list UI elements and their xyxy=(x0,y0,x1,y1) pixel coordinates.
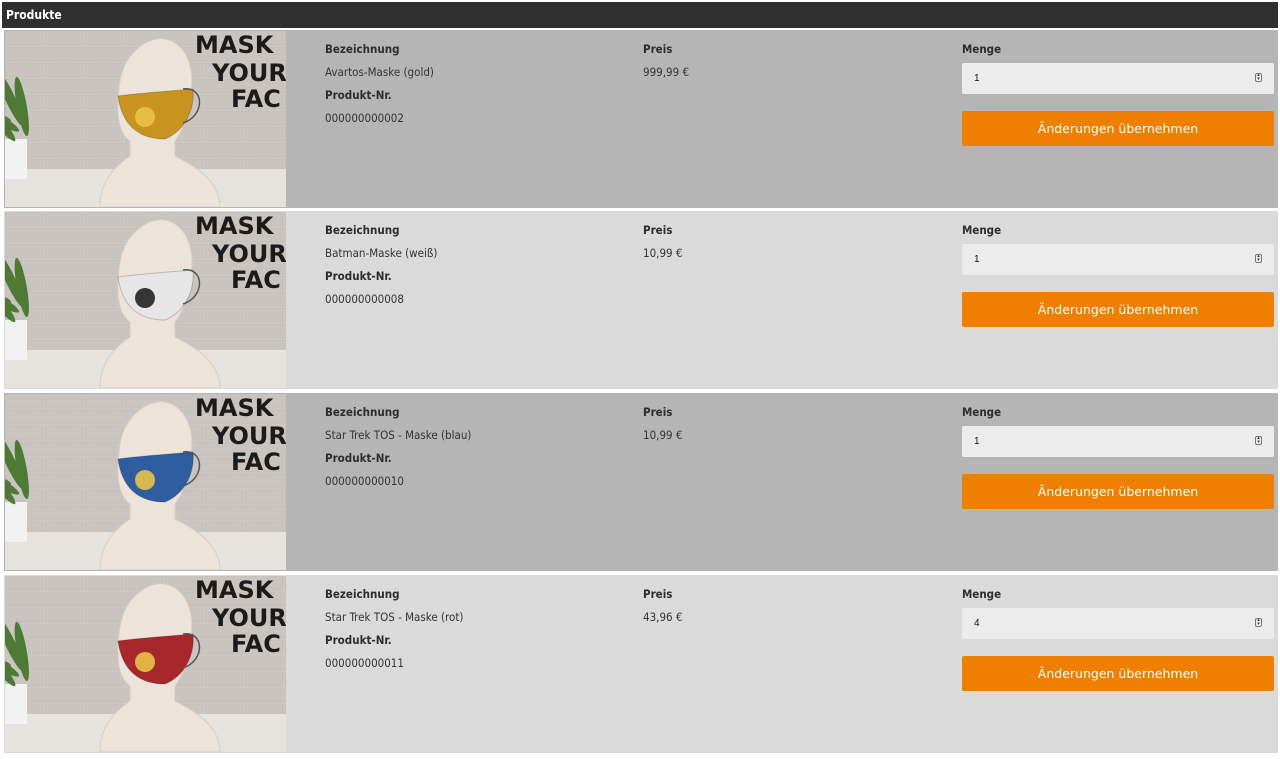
product-price: 10,99 € xyxy=(643,246,683,260)
svg-text:FAC: FAC xyxy=(231,630,281,658)
quantity-label: Menge xyxy=(962,587,1002,601)
product-image: MASK YOUR FAC xyxy=(5,31,286,207)
product-image: MASK YOUR FAC xyxy=(5,576,286,752)
quantity-input[interactable]: 1 ▴ ▾ xyxy=(962,63,1274,94)
svg-text:YOUR: YOUR xyxy=(211,422,286,450)
quantity-input[interactable]: 1 ▴ ▾ xyxy=(962,426,1274,457)
section-header: Produkte xyxy=(2,2,1278,28)
product-price: 43,96 € xyxy=(643,610,683,624)
svg-text:MASK: MASK xyxy=(195,576,275,604)
spinner-icon[interactable]: ▴ ▾ xyxy=(1255,436,1262,445)
apply-changes-button[interactable]: Änderungen übernehmen xyxy=(962,656,1274,691)
product-name: Star Trek TOS - Maske (rot) xyxy=(325,610,464,624)
product-no-label: Produkt-Nr. xyxy=(325,269,392,283)
price-label: Preis xyxy=(643,42,673,56)
svg-text:FAC: FAC xyxy=(231,266,281,294)
apply-changes-button[interactable]: Änderungen übernehmen xyxy=(962,292,1274,327)
product-row: MASK YOUR FAC Bezeichnung Star Trek TOS - … xyxy=(4,393,1278,571)
product-row: MASK YOUR FAC Bezeichnung Star Trek TOS - … xyxy=(4,575,1278,753)
name-label: Bezeichnung xyxy=(325,405,400,419)
product-price: 999,99 € xyxy=(643,65,690,79)
product-name: Batman-Maske (weiß) xyxy=(325,246,438,260)
quantity-label: Menge xyxy=(962,42,1002,56)
name-label: Bezeichnung xyxy=(325,223,400,237)
name-label: Bezeichnung xyxy=(325,587,400,601)
price-label: Preis xyxy=(643,587,673,601)
quantity-value: 1 xyxy=(974,73,980,84)
quantity-value: 4 xyxy=(974,618,980,629)
product-no: 000000000002 xyxy=(325,111,404,125)
quantity-label: Menge xyxy=(962,223,1002,237)
svg-text:YOUR: YOUR xyxy=(211,240,286,268)
product-no: 000000000008 xyxy=(325,292,404,306)
svg-text:YOUR: YOUR xyxy=(211,59,286,87)
quantity-input[interactable]: 1 ▴ ▾ xyxy=(962,244,1274,275)
svg-text:FAC: FAC xyxy=(231,448,281,476)
product-no: 000000000010 xyxy=(325,474,404,488)
spinner-icon[interactable]: ▴ ▾ xyxy=(1255,73,1262,82)
quantity-value: 1 xyxy=(974,254,980,265)
product-no-label: Produkt-Nr. xyxy=(325,451,392,465)
quantity-label: Menge xyxy=(962,405,1002,419)
product-no-label: Produkt-Nr. xyxy=(325,633,392,647)
svg-text:MASK: MASK xyxy=(195,212,275,240)
price-label: Preis xyxy=(643,405,673,419)
product-name: Avartos-Maske (gold) xyxy=(325,65,434,79)
apply-changes-button[interactable]: Änderungen übernehmen xyxy=(962,474,1274,509)
quantity-input[interactable]: 4 ▴ ▾ xyxy=(962,608,1274,639)
apply-changes-button[interactable]: Änderungen übernehmen xyxy=(962,111,1274,146)
svg-text:YOUR: YOUR xyxy=(211,604,286,632)
spinner-icon[interactable]: ▴ ▾ xyxy=(1255,254,1262,263)
spinner-icon[interactable]: ▴ ▾ xyxy=(1255,618,1262,627)
product-no: 000000000011 xyxy=(325,656,404,670)
product-image: MASK YOUR FAC xyxy=(5,212,286,388)
product-name: Star Trek TOS - Maske (blau) xyxy=(325,428,472,442)
svg-text:MASK: MASK xyxy=(195,31,275,59)
svg-text:MASK: MASK xyxy=(195,394,275,422)
quantity-value: 1 xyxy=(974,436,980,447)
price-label: Preis xyxy=(643,223,673,237)
product-row: MASK YOUR FAC Bezeichnung Avartos-Maske (g… xyxy=(4,30,1278,208)
product-no-label: Produkt-Nr. xyxy=(325,88,392,102)
product-row: MASK YOUR FAC Bezeichnung Batman-Maske (we… xyxy=(4,211,1278,389)
svg-text:FAC: FAC xyxy=(231,85,281,113)
name-label: Bezeichnung xyxy=(325,42,400,56)
product-image: MASK YOUR FAC xyxy=(5,394,286,570)
product-price: 10,99 € xyxy=(643,428,683,442)
